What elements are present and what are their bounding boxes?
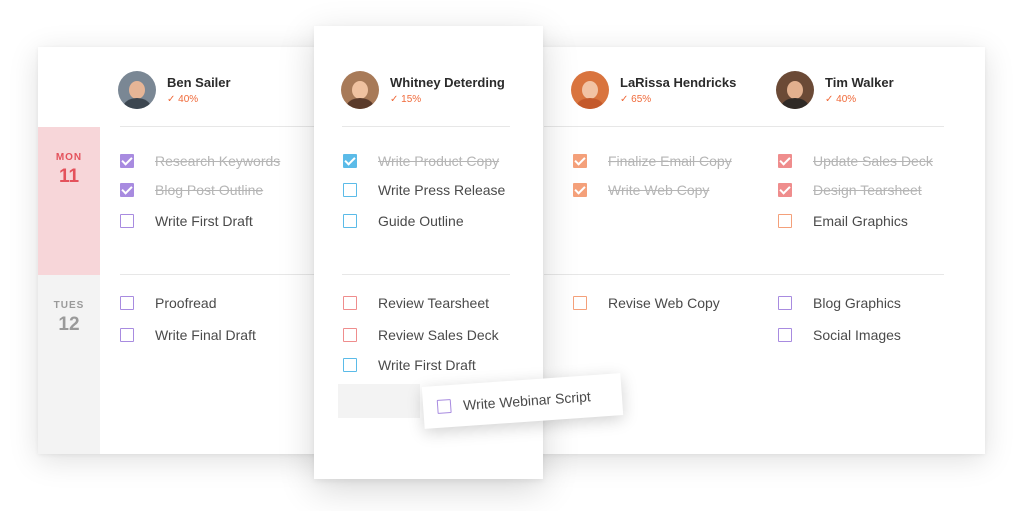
person-name: Whitney Deterding <box>390 75 505 90</box>
task-label: Write Webinar Script <box>462 388 592 414</box>
person-name: LaRissa Hendricks <box>620 75 737 90</box>
task-item[interactable]: Write Press Release <box>343 181 505 199</box>
progress-percent: ✓ 65% <box>620 94 652 105</box>
task-label: Review Tearsheet <box>378 295 490 311</box>
task-checkbox[interactable] <box>120 328 134 342</box>
task-checkbox[interactable] <box>573 154 587 168</box>
task-checkbox[interactable] <box>573 183 587 197</box>
progress-percent: ✓ 15% <box>390 94 422 105</box>
task-item[interactable]: Email Graphics <box>778 212 908 230</box>
task-checkbox[interactable] <box>343 296 357 310</box>
task-checkbox[interactable] <box>343 328 357 342</box>
task-checkbox[interactable] <box>343 154 357 168</box>
task-label: Write Web Copy <box>608 182 710 198</box>
task-label: Social Images <box>813 327 901 343</box>
task-label: Proofread <box>155 295 217 311</box>
task-checkbox[interactable] <box>343 183 357 197</box>
task-checkbox[interactable] <box>343 214 357 228</box>
avatar <box>341 71 379 109</box>
task-checkbox[interactable] <box>343 358 357 372</box>
task-item[interactable]: Blog Graphics <box>778 294 901 312</box>
day-name: MON <box>55 152 83 163</box>
task-item[interactable]: Finalize Email Copy <box>573 152 732 170</box>
task-item[interactable]: Social Images <box>778 326 901 344</box>
divider <box>544 274 944 275</box>
task-checkbox[interactable] <box>120 214 134 228</box>
task-checkbox[interactable] <box>120 154 134 168</box>
person-header-larissa: LaRissa Hendricks ✓ 65% <box>571 71 736 109</box>
avatar <box>571 71 609 109</box>
task-label: Email Graphics <box>813 213 908 229</box>
task-label: Write Product Copy <box>378 153 500 169</box>
task-checkbox[interactable] <box>778 154 792 168</box>
day-name: TUES <box>53 300 85 311</box>
task-label: Revise Web Copy <box>608 295 720 311</box>
divider <box>544 126 944 127</box>
day-monday: MON 11 <box>38 127 100 275</box>
divider <box>120 126 314 127</box>
task-item[interactable]: Write Product Copy <box>343 152 499 170</box>
task-item[interactable]: Research Keywords <box>120 152 280 170</box>
avatar <box>776 71 814 109</box>
task-label: Write Final Draft <box>155 327 256 343</box>
task-item[interactable]: Write First Draft <box>120 212 253 230</box>
task-item[interactable]: Review Sales Deck <box>343 326 499 344</box>
task-label: Design Tearsheet <box>813 182 922 198</box>
task-item[interactable]: Review Tearsheet <box>343 294 489 312</box>
task-label: Blog Graphics <box>813 295 901 311</box>
person-name: Ben Sailer <box>167 75 231 90</box>
task-item[interactable]: Guide Outline <box>343 212 464 230</box>
task-checkbox[interactable] <box>778 183 792 197</box>
task-label: Guide Outline <box>378 213 464 229</box>
task-label: Write Press Release <box>378 182 506 198</box>
task-item[interactable]: Blog Post Outline <box>120 181 263 199</box>
task-label: Finalize Email Copy <box>608 153 732 169</box>
task-item[interactable]: Proofread <box>120 294 216 312</box>
task-item[interactable]: Write Web Copy <box>573 181 709 199</box>
day-number: 11 <box>58 166 80 187</box>
task-checkbox[interactable] <box>573 296 587 310</box>
progress-percent: ✓ 40% <box>825 94 857 105</box>
drop-placeholder <box>338 384 420 418</box>
person-header-whitney: Whitney Deterding ✓ 15% <box>341 71 505 109</box>
task-checkbox[interactable] <box>778 296 792 310</box>
task-label: Update Sales Deck <box>813 153 933 169</box>
task-checkbox[interactable] <box>778 328 792 342</box>
task-item[interactable]: Update Sales Deck <box>778 152 933 170</box>
task-label: Blog Post Outline <box>155 182 264 198</box>
day-number: 12 <box>58 314 80 335</box>
avatar <box>118 71 156 109</box>
task-item[interactable]: Write Final Draft <box>120 326 256 344</box>
task-label: Review Sales Deck <box>378 327 499 343</box>
divider <box>342 126 510 127</box>
divider <box>120 274 314 275</box>
task-checkbox[interactable] <box>120 183 134 197</box>
person-header-tim: Tim Walker ✓ 40% <box>776 71 894 109</box>
task-item[interactable]: Revise Web Copy <box>573 294 720 312</box>
task-checkbox[interactable] <box>778 214 792 228</box>
progress-percent: ✓ 40% <box>167 94 199 105</box>
task-checkbox[interactable] <box>120 296 134 310</box>
person-header-ben: Ben Sailer ✓ 40% <box>118 71 231 109</box>
task-checkbox[interactable] <box>436 399 452 414</box>
person-name: Tim Walker <box>825 75 894 90</box>
task-item[interactable]: Write First Draft <box>343 356 476 374</box>
task-label: Research Keywords <box>155 153 281 169</box>
divider <box>342 274 510 275</box>
task-item[interactable]: Design Tearsheet <box>778 181 922 199</box>
task-label: Write First Draft <box>378 357 476 373</box>
task-label: Write First Draft <box>155 213 253 229</box>
day-tuesday: TUES 12 <box>38 275 100 454</box>
